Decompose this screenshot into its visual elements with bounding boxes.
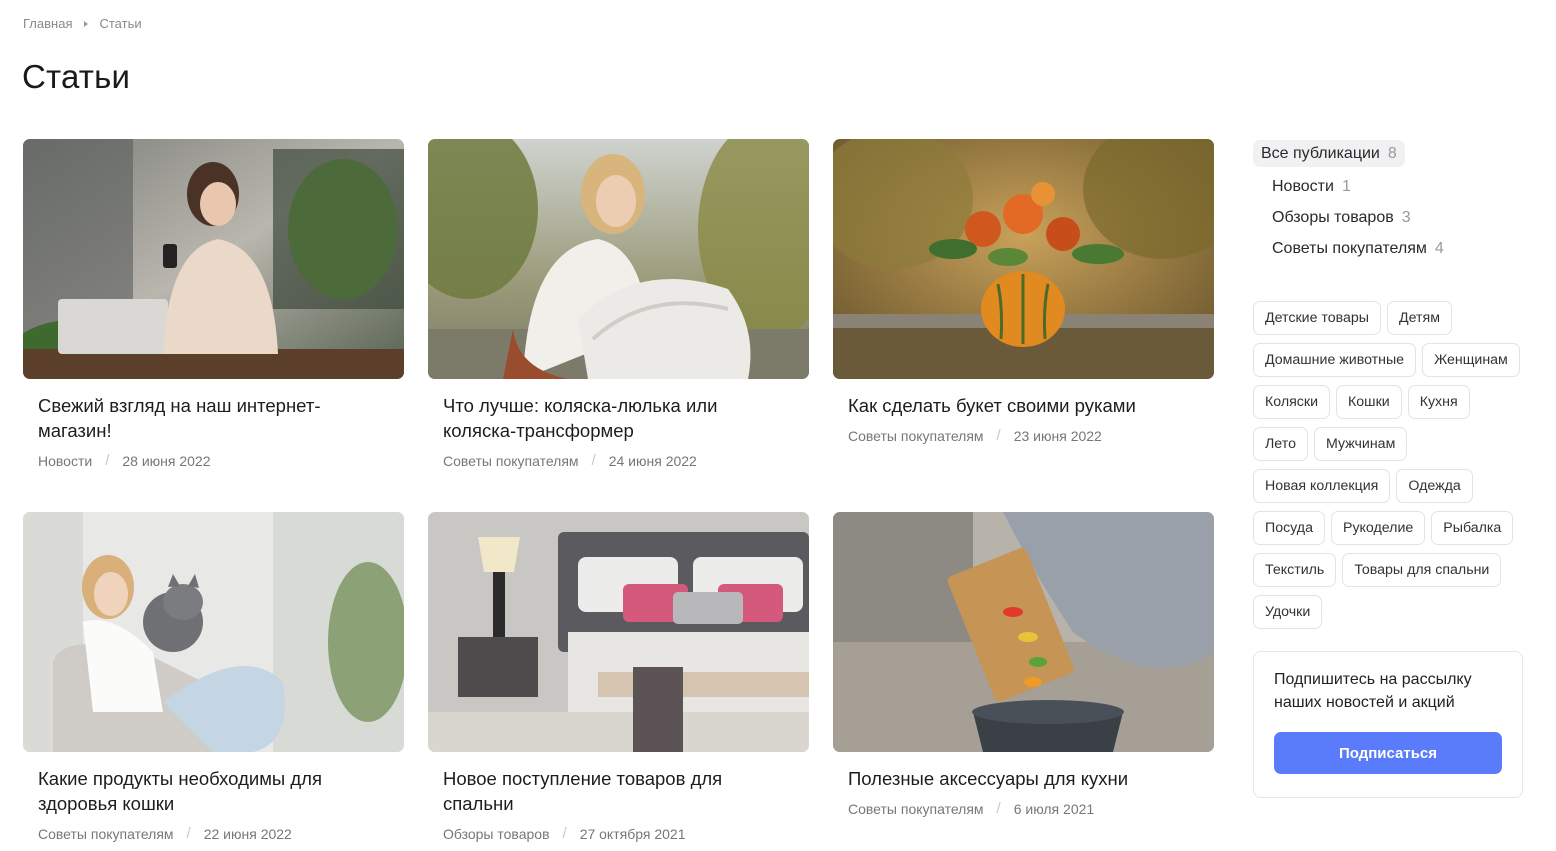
category-all[interactable]: Все публикации 8 (1253, 140, 1405, 167)
category-label: Обзоры товаров (1272, 208, 1394, 226)
tag[interactable]: Домашние животные (1253, 343, 1417, 377)
meta-divider: / (186, 825, 191, 842)
category-label: Все публикации (1261, 144, 1380, 162)
category-list: Все публикации 8 Новости 1 Обзоры товаро… (1253, 140, 1525, 264)
article-card[interactable]: Что лучше: коляска-люлька или коляска-тр… (428, 139, 809, 512)
tag[interactable]: Детям (1387, 301, 1452, 335)
articles-grid: Свежий взгляд на наш интернет-магазин! Н… (23, 139, 1215, 851)
category-news[interactable]: Новости 1 (1253, 171, 1525, 202)
tag-cloud: Детские товары Детям Домашние животные Ж… (1253, 301, 1525, 629)
meta-divider: / (996, 800, 1001, 817)
meta-divider: / (105, 452, 110, 469)
article-meta: Обзоры товаров / 27 октября 2021 (443, 825, 794, 842)
article-category[interactable]: Обзоры товаров (443, 826, 550, 842)
article-category[interactable]: Советы покупателям (848, 428, 984, 444)
category-label: Советы покупателям (1272, 239, 1427, 257)
article-title[interactable]: Как сделать букет своими руками (848, 393, 1199, 418)
article-date: 27 октября 2021 (579, 825, 686, 842)
article-card[interactable]: Свежий взгляд на наш интернет-магазин! Н… (23, 139, 404, 512)
article-date: 6 июля 2021 (1013, 800, 1095, 817)
tag[interactable]: Одежда (1396, 469, 1473, 503)
tag[interactable]: Рукоделие (1330, 511, 1426, 545)
tag[interactable]: Удочки (1253, 595, 1323, 629)
article-image-kitchen-cooking[interactable] (833, 512, 1214, 752)
article-meta: Новости / 28 июня 2022 (38, 452, 389, 469)
article-category[interactable]: Советы покупателям (848, 801, 984, 817)
sidebar: Все публикации 8 Новости 1 Обзоры товаро… (1253, 140, 1525, 798)
article-meta: Советы покупателям / 24 июня 2022 (443, 452, 794, 469)
article-card[interactable]: Какие продукты необходимы для здоровья к… (23, 512, 404, 851)
article-title[interactable]: Новое поступление товаров для спальни (443, 766, 794, 816)
subscribe-text: Подпишитесь на рассылку наших новостей и… (1274, 671, 1472, 711)
article-meta: Советы покупателям / 22 июня 2022 (38, 825, 389, 842)
breadcrumb: Главная Статьи (23, 16, 142, 31)
tag[interactable]: Текстиль (1253, 553, 1337, 587)
category-count: 3 (1401, 208, 1411, 226)
article-title[interactable]: Полезные аксессуары для кухни (848, 766, 1199, 791)
tag[interactable]: Товары для спальни (1342, 553, 1502, 587)
page-title: Статьи (22, 58, 131, 95)
article-title[interactable]: Свежий взгляд на наш интернет-магазин! (38, 393, 389, 443)
tag[interactable]: Мужчинам (1313, 427, 1408, 461)
tag[interactable]: Новая коллекция (1253, 469, 1391, 503)
tag[interactable]: Детские товары (1253, 301, 1382, 335)
article-title[interactable]: Что лучше: коляска-люлька или коляска-тр… (443, 393, 794, 443)
tag[interactable]: Кухня (1407, 385, 1470, 419)
category-tips[interactable]: Советы покупателям 4 (1253, 233, 1525, 264)
meta-divider: / (562, 825, 567, 842)
article-card[interactable]: Полезные аксессуары для кухни Советы пок… (833, 512, 1214, 851)
article-image-autumn-bouquet[interactable] (833, 139, 1214, 379)
article-meta: Советы покупателям / 6 июля 2021 (848, 800, 1199, 817)
tag[interactable]: Кошки (1336, 385, 1402, 419)
category-count: 4 (1434, 239, 1444, 257)
article-image-woman-with-cat[interactable] (23, 512, 404, 752)
article-card[interactable]: Новое поступление товаров для спальни Об… (428, 512, 809, 851)
category-count: 8 (1387, 144, 1397, 162)
tag[interactable]: Лето (1253, 427, 1308, 461)
article-category[interactable]: Советы покупателям (443, 453, 579, 469)
tag[interactable]: Посуда (1253, 511, 1325, 545)
article-date: 24 июня 2022 (608, 452, 697, 469)
tag[interactable]: Коляски (1253, 385, 1331, 419)
category-count: 1 (1341, 177, 1351, 195)
meta-divider: / (591, 452, 596, 469)
tag[interactable]: Женщинам (1422, 343, 1520, 377)
subscribe-box: Подпишитесь на рассылку наших новостей и… (1253, 651, 1523, 798)
article-card[interactable]: Как сделать букет своими руками Советы п… (833, 139, 1214, 512)
article-title[interactable]: Какие продукты необходимы для здоровья к… (38, 766, 389, 816)
subscribe-button[interactable]: Подписаться (1274, 732, 1502, 774)
meta-divider: / (996, 427, 1001, 444)
tag[interactable]: Рыбалка (1431, 511, 1514, 545)
article-date: 22 июня 2022 (203, 825, 292, 842)
category-reviews[interactable]: Обзоры товаров 3 (1253, 202, 1525, 233)
article-date: 28 июня 2022 (122, 452, 211, 469)
article-category[interactable]: Советы покупателям (38, 826, 174, 842)
category-label: Новости (1272, 177, 1334, 195)
article-image-bedroom[interactable] (428, 512, 809, 752)
breadcrumb-separator-icon (84, 20, 89, 27)
breadcrumb-home-link[interactable]: Главная (23, 16, 72, 31)
article-meta: Советы покупателям / 23 июня 2022 (848, 427, 1199, 444)
article-category[interactable]: Новости (38, 453, 92, 469)
article-date: 23 июня 2022 (1013, 427, 1102, 444)
article-image-woman-with-phone[interactable] (23, 139, 404, 379)
article-image-woman-with-stroller[interactable] (428, 139, 809, 379)
breadcrumb-current: Статьи (99, 16, 142, 31)
